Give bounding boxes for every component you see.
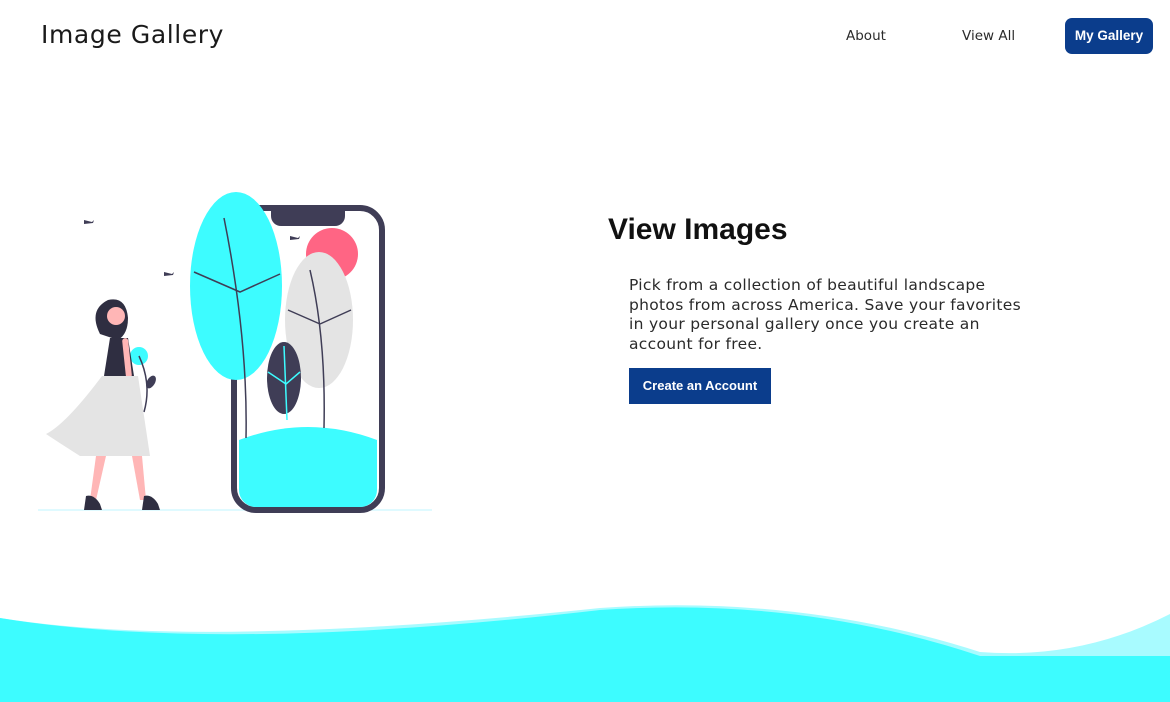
brand-title[interactable]: Image Gallery — [41, 20, 224, 49]
create-account-button[interactable]: Create an Account — [629, 368, 771, 404]
landing-page: Image Gallery About View All My Gallery — [0, 0, 1170, 702]
hero-title: View Images — [608, 213, 788, 246]
woman-figure-icon — [46, 299, 160, 510]
my-gallery-button[interactable]: My Gallery — [1065, 18, 1153, 54]
nav-view-all-link[interactable]: View All — [962, 28, 1015, 44]
footer-wave — [0, 605, 1170, 702]
dark-tree-icon — [267, 342, 301, 421]
hero-illustration — [38, 192, 432, 513]
hero-description: Pick from a collection of beautiful land… — [629, 276, 1021, 353]
nav-about-link[interactable]: About — [846, 28, 886, 44]
